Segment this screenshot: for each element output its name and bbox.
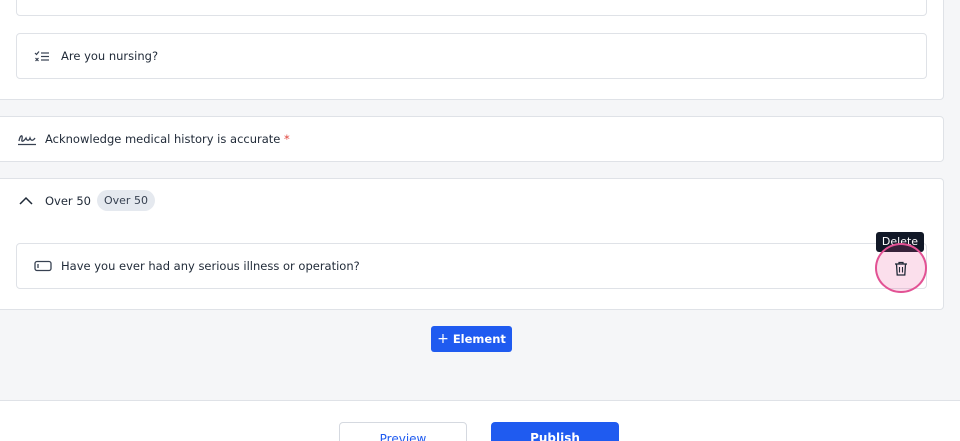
preview-button[interactable]: Preview xyxy=(339,422,467,441)
signature-label-text: Acknowledge medical history is accurate xyxy=(45,132,281,146)
footer-bar: Preview Publish xyxy=(0,400,960,441)
question-card-illness[interactable]: Have you ever had any serious illness or… xyxy=(16,243,927,289)
publish-button[interactable]: Publish xyxy=(491,422,619,441)
add-element-button[interactable]: + Element xyxy=(431,326,512,352)
chevron-up-icon[interactable] xyxy=(19,196,33,205)
add-element-label: Element xyxy=(452,332,506,346)
plus-icon: + xyxy=(437,331,449,347)
question-label: Have you ever had any serious illness or… xyxy=(61,259,360,273)
question-card-nursing[interactable]: Are you nursing? xyxy=(16,33,927,79)
group-title: Over 50 xyxy=(45,194,91,208)
publish-label: Publish xyxy=(530,431,580,441)
delete-button[interactable] xyxy=(875,243,927,293)
text-field-icon xyxy=(34,260,52,272)
question-label: Are you nursing? xyxy=(61,49,159,63)
preview-label: Preview xyxy=(379,432,427,441)
signature-label: Acknowledge medical history is accurate … xyxy=(45,132,290,146)
signature-card[interactable]: Acknowledge medical history is accurate … xyxy=(0,116,944,162)
trash-icon xyxy=(895,261,907,276)
checklist-icon xyxy=(34,51,49,62)
group-badge: Over 50 xyxy=(97,190,155,211)
previous-question-card[interactable] xyxy=(16,0,927,16)
required-marker: * xyxy=(284,132,290,146)
signature-icon xyxy=(18,135,36,146)
